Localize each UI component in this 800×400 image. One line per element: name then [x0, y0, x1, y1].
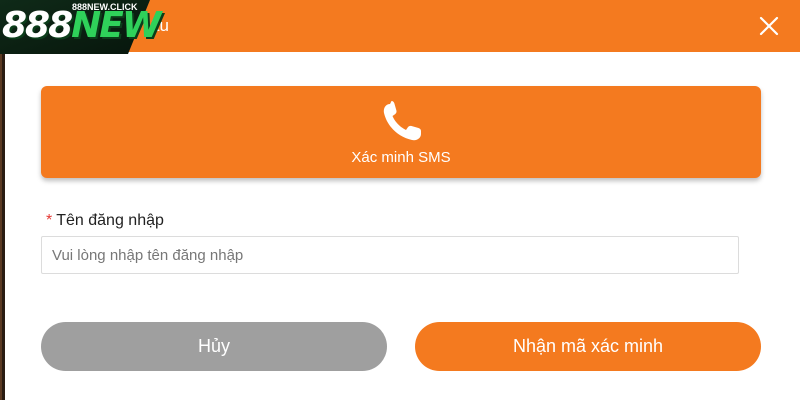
background-page-edge	[0, 52, 5, 400]
logo-wordmark: 888NEW	[2, 5, 162, 46]
username-label-text: Tên đăng nhập	[56, 212, 164, 229]
username-input[interactable]	[41, 236, 739, 274]
required-marker: *	[46, 212, 53, 229]
logo-domain: 888NEW.CLICK	[72, 2, 138, 12]
brand-logo: 888NEW 888NEW.CLICK	[0, 0, 162, 54]
close-icon	[759, 16, 779, 36]
sms-verification-option[interactable]: Xác minh SMS	[41, 86, 761, 178]
phone-icon	[383, 101, 421, 141]
get-verification-code-button[interactable]: Nhận mã xác minh	[415, 322, 761, 371]
verification-modal: âu 888NEW 888NEW.CLICK Xác minh SMS * Tê…	[0, 0, 800, 400]
sms-option-label: Xác minh SMS	[351, 149, 451, 166]
close-button[interactable]	[758, 15, 780, 37]
cancel-button[interactable]: Hủy	[41, 322, 387, 371]
username-label: * Tên đăng nhập	[46, 210, 164, 232]
